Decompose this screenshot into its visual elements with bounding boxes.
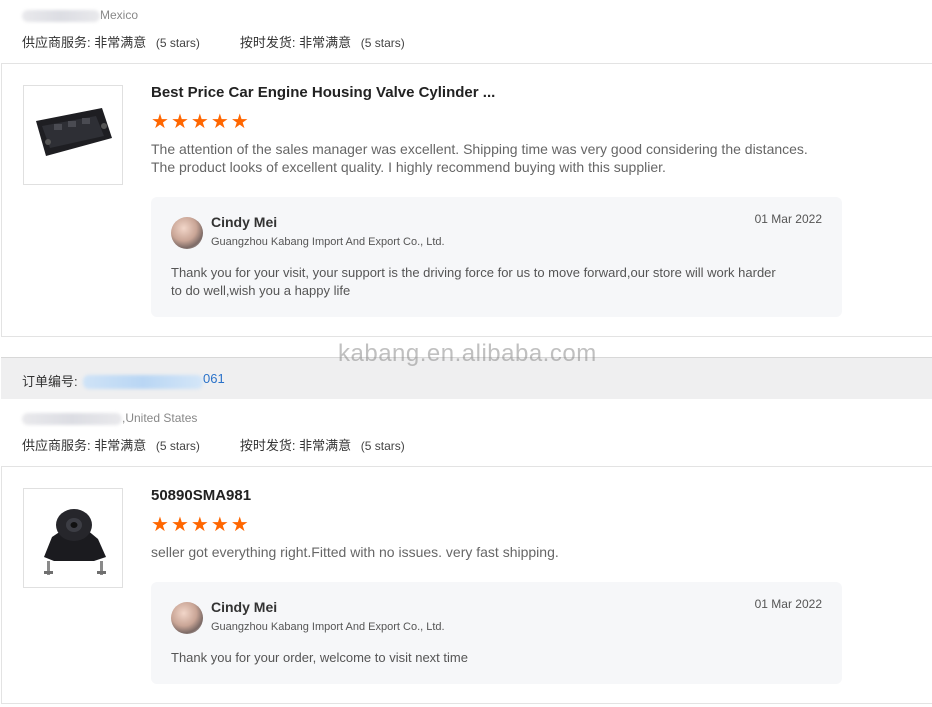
review-text: The attention of the sales manager was e… [151,141,808,175]
reply-company: Guangzhou Kabang Import And Export Co., … [211,236,445,248]
star-icon: ★ [190,514,209,536]
review-card: Best Price Car Engine Housing Valve Cyli… [1,63,932,337]
store-watermark: kabang.en.alibaba.com [338,340,597,367]
order-number-label: 订单编号: [22,374,78,389]
reply-text: Thank you for your order, welcome to vis… [171,650,468,665]
star-icon: ★ [151,514,169,536]
redacted-buyer-name [22,412,122,425]
supplier-ratings: 供应商服务: 非常满意 (5 stars) 按时发货: 非常满意 (5 star… [22,435,445,454]
star-icon: ★ [170,111,189,133]
product-title[interactable]: Best Price Car Engine Housing Valve Cyli… [151,84,495,101]
star-icon: ★ [151,111,169,133]
seller-reply: Cindy Mei Guangzhou Kabang Import And Ex… [151,197,842,317]
supplier-ratings: 供应商服务: 非常满意 (5 stars) 按时发货: 非常满意 (5 star… [22,32,445,51]
seller-avatar [171,217,203,249]
order-number-link[interactable]: 061 [203,371,225,386]
redacted-order-number [83,373,203,391]
buyer-country: Mexico [100,8,139,22]
reply-author-name: Cindy Mei [211,599,278,615]
star-icon: ★ [190,111,209,133]
review-rating-stars: ★ ★ ★ ★ ★ [151,112,249,132]
star-icon: ★ [210,514,229,536]
star-icon: ★ [230,111,249,133]
buyer-country: ,United States [122,411,198,425]
review-card: 50890SMA981 ★ ★ ★ ★ ★ seller got everyth… [1,466,932,704]
reply-author-name: Cindy Mei [211,214,278,230]
seller-reply: Cindy Mei Guangzhou Kabang Import And Ex… [151,582,842,684]
review-text: seller got everything right.Fitted with … [151,544,559,560]
star-icon: ★ [210,111,229,133]
star-icon: ★ [170,514,189,536]
reply-company: Guangzhou Kabang Import And Export Co., … [211,621,445,633]
rating-on-time-delivery: 按时发货: 非常满意 (5 stars) [239,438,405,453]
engine-mount-image [44,509,106,575]
valve-cover-image [36,108,112,156]
redacted-buyer-name [22,9,100,22]
rating-supplier-service: 供应商服务: 非常满意 (5 stars) [22,35,200,50]
rating-supplier-service: 供应商服务: 非常满意 (5 stars) [22,438,200,453]
reply-date: 01 Mar 2022 [754,597,822,611]
product-thumbnail[interactable] [23,85,123,185]
seller-avatar [171,602,203,634]
buyer-location: Mexico [22,8,138,22]
review-rating-stars: ★ ★ ★ ★ ★ [151,515,249,535]
rating-on-time-delivery: 按时发货: 非常满意 (5 stars) [239,35,405,50]
product-thumbnail[interactable] [23,488,123,588]
product-title[interactable]: 50890SMA981 [151,487,251,504]
reply-date: 01 Mar 2022 [754,212,822,226]
star-icon: ★ [230,514,249,536]
reply-text: Thank you for your visit, your support i… [171,265,776,298]
buyer-location: ,United States [22,411,197,425]
